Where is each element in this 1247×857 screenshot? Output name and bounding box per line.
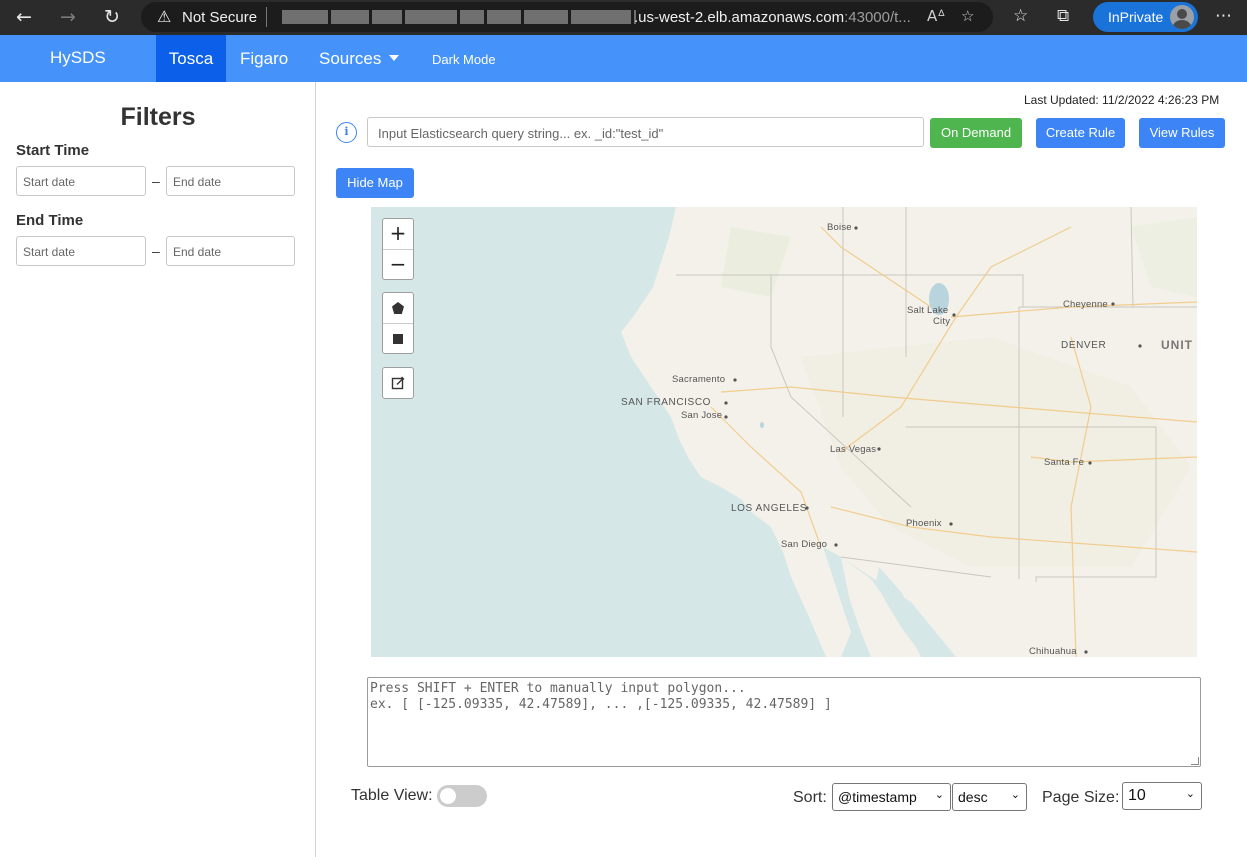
- table-view-toggle[interactable]: [437, 785, 487, 807]
- chevron-down-icon: ⌄: [1010, 788, 1020, 801]
- end-time-from-input[interactable]: Start date: [16, 236, 146, 266]
- map-label-sacramento: Sacramento: [672, 374, 726, 385]
- tab-sources[interactable]: Sources: [319, 35, 400, 82]
- hide-map-button[interactable]: Hide Map: [336, 168, 414, 198]
- more-menu-icon[interactable]: ⋯: [1215, 6, 1232, 26]
- map-label-phoenix: Phoenix: [906, 518, 942, 529]
- sort-field-select[interactable]: @timestamp ⌄: [832, 783, 951, 811]
- browser-toolbar: ← → ↻ ⚠ Not Secure .us-west-2.elb.amazon…: [0, 0, 1247, 35]
- map-label-denver: DENVER: [1061, 340, 1107, 351]
- map-label-san-diego: San Diego: [781, 539, 828, 550]
- edit-control: [382, 367, 414, 399]
- reload-icon[interactable]: ↻: [99, 4, 125, 30]
- polygon-textarea[interactable]: Press SHIFT + ENTER to manually input po…: [367, 677, 1201, 767]
- chevron-down-icon: ⌄: [934, 788, 944, 801]
- start-time-from-input[interactable]: Start date: [16, 166, 146, 196]
- map-label-city: City: [933, 316, 951, 327]
- back-icon[interactable]: ←: [11, 4, 37, 30]
- tab-label: Sources: [319, 49, 382, 68]
- start-time-to-input[interactable]: End date: [166, 166, 295, 196]
- map-label-san-jose: San Jose: [681, 410, 723, 421]
- collections-icon[interactable]: ⧉: [1057, 6, 1069, 26]
- favorites-icon[interactable]: ☆: [1013, 6, 1028, 26]
- view-rules-button[interactable]: View Rules: [1139, 118, 1225, 148]
- read-aloud-icon[interactable]: Aᐞ: [927, 7, 945, 25]
- zoom-out-button[interactable]: −: [383, 249, 413, 279]
- tab-tosca[interactable]: Tosca: [156, 35, 226, 82]
- map-label-las-vegas: Las Vegas: [830, 444, 877, 455]
- map-label-boise: Boise: [827, 222, 852, 233]
- edit-icon: [391, 376, 405, 390]
- inprivate-label: InPrivate: [1108, 9, 1164, 25]
- zoom-in-button[interactable]: +: [383, 219, 413, 249]
- sort-label: Sort:: [793, 789, 827, 806]
- info-icon[interactable]: i: [336, 122, 357, 143]
- inprivate-badge[interactable]: InPrivate: [1093, 2, 1198, 32]
- square-icon: [393, 334, 403, 344]
- dark-mode-link[interactable]: Dark Mode: [432, 52, 496, 67]
- url-port: :43000/t...: [844, 9, 911, 26]
- url-host: .us-west-2.elb.amazonaws.com: [634, 9, 845, 26]
- tab-label: Tosca: [168, 49, 214, 68]
- end-time-label: End Time: [16, 212, 84, 229]
- address-divider: [266, 7, 267, 27]
- map-label-salt-lake: Salt Lake: [907, 305, 949, 316]
- map-label-united: UNIT: [1161, 338, 1193, 352]
- warning-icon: ⚠: [157, 7, 172, 26]
- map-label-los-angeles: LOS ANGELES: [731, 503, 808, 514]
- map-view[interactable]: Boise Salt Lake City Cheyenne DENVER UNI…: [371, 207, 1197, 657]
- security-label: Not Secure: [182, 9, 258, 26]
- toggle-knob: [440, 788, 456, 804]
- end-time-to-input[interactable]: End date: [166, 236, 295, 266]
- range-dash: –: [152, 243, 160, 259]
- page-size-value: 10: [1128, 787, 1146, 804]
- create-rule-button[interactable]: Create Rule: [1036, 118, 1125, 148]
- zoom-control: + −: [382, 218, 414, 280]
- tab-label: Figaro: [240, 49, 289, 68]
- sort-field-value: @timestamp: [838, 789, 917, 805]
- polygon-placeholder-line2: ex. [ [-125.09335, 42.47589], ... ,[-125…: [370, 697, 832, 712]
- page-size-select[interactable]: 10 ⌄: [1122, 782, 1202, 810]
- map-label-san-francisco: SAN FRANCISCO: [621, 397, 712, 408]
- on-demand-button[interactable]: On Demand: [930, 118, 1022, 148]
- query-input[interactable]: Input Elasticsearch query string... ex. …: [367, 117, 924, 147]
- chevron-down-icon: ⌄: [1185, 787, 1195, 800]
- avatar: [1170, 5, 1194, 29]
- range-dash: –: [152, 173, 160, 189]
- map-label-cheyenne: Cheyenne: [1063, 299, 1108, 310]
- draw-polygon-button[interactable]: [383, 293, 413, 323]
- table-view-label: Table View:: [351, 787, 433, 804]
- start-time-label: Start Time: [16, 142, 90, 159]
- filters-title: Filters: [120, 103, 196, 131]
- redacted-url: [282, 10, 639, 24]
- chevron-down-icon: [389, 55, 400, 61]
- resize-grip-icon[interactable]: [1191, 757, 1199, 765]
- add-favorite-icon[interactable]: ☆: [961, 7, 974, 25]
- polygon-placeholder-line1: Press SHIFT + ENTER to manually input po…: [370, 681, 746, 696]
- map-label-chihuahua: Chihuahua: [1029, 646, 1077, 657]
- sort-order-select[interactable]: desc ⌄: [952, 783, 1027, 811]
- draw-rectangle-button[interactable]: [383, 323, 413, 353]
- url-text: .us-west-2.elb.amazonaws.com:43000/t...: [634, 9, 911, 26]
- map-label-santa-fe: Santa Fe: [1044, 457, 1085, 468]
- tab-figaro[interactable]: Figaro: [240, 35, 288, 82]
- page-size-label: Page Size:: [1042, 789, 1120, 806]
- address-bar[interactable]: ⚠ Not Secure .us-west-2.elb.amazonaws.co…: [141, 2, 993, 32]
- sort-order-value: desc: [958, 789, 988, 805]
- edit-layers-button[interactable]: [383, 368, 413, 398]
- brand-logo[interactable]: HySDS: [50, 48, 106, 68]
- app-navbar: HySDS Tosca Figaro Sources Dark Mode: [0, 35, 1247, 82]
- last-updated-text: Last Updated: 11/2/2022 4:26:23 PM: [1024, 93, 1220, 107]
- draw-control: [382, 292, 414, 354]
- filters-sidebar: Filters Start Time Start date – End date…: [0, 82, 316, 857]
- forward-icon[interactable]: →: [55, 4, 81, 30]
- map-tiles: [621, 207, 1197, 657]
- pentagon-icon: [392, 302, 404, 314]
